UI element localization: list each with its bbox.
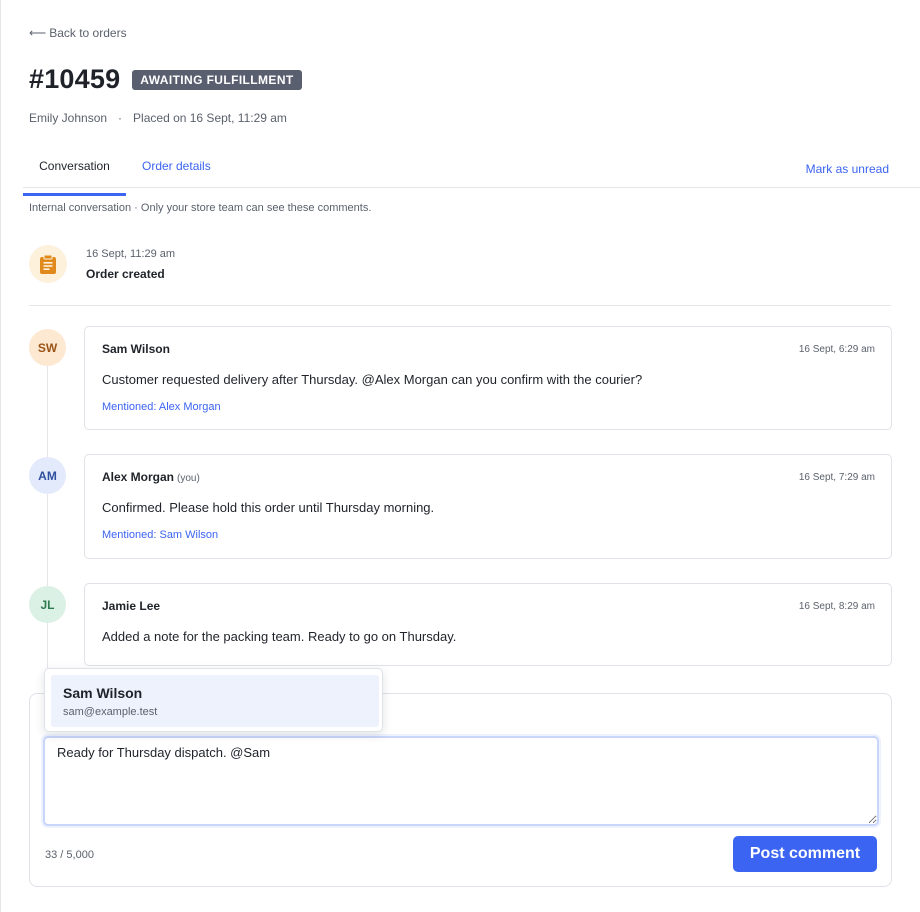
- placed-date: Placed on 16 Sept, 11:29 am: [133, 111, 287, 125]
- clipboard-icon: [29, 245, 67, 283]
- post-comment-button[interactable]: Post comment: [733, 836, 877, 872]
- comment-time: 16 Sept, 7:29 am: [798, 472, 875, 483]
- mention-option-sam-wilson[interactable]: Sam Wilson sam@example.test: [51, 675, 379, 727]
- event-time: 16 Sept, 11:29 am: [86, 248, 176, 260]
- comment-body: Customer requested delivery after Thursd…: [102, 372, 643, 387]
- status-badge: AWAITING FULFILLMENT: [132, 69, 302, 90]
- comment-mention: Mentioned: Alex Morgan: [102, 401, 221, 413]
- back-link-label: Back to orders: [49, 26, 127, 40]
- internal-conversation-note: Internal conversation · Only your store …: [29, 202, 372, 214]
- comment-author: Alex Morgan (you): [102, 470, 200, 484]
- avatar: AM: [29, 457, 66, 494]
- arrow-left-icon: ⟵: [29, 26, 47, 40]
- meta-separator: ·: [118, 111, 123, 125]
- comment-card: Jamie Lee 16 Sept, 8:29 am Added a note …: [84, 583, 892, 666]
- order-number: #10459: [29, 64, 121, 94]
- event-title: Order created: [86, 267, 165, 281]
- comment-author: Sam Wilson: [102, 342, 170, 356]
- avatar: SW: [29, 329, 66, 366]
- comment-body: Added a note for the packing team. Ready…: [102, 629, 457, 644]
- tab-conversation[interactable]: Conversation: [23, 159, 126, 196]
- mention-suggestions-popup: Sam Wilson sam@example.test: [44, 668, 383, 732]
- timeline-event-order-created: 16 Sept, 11:29 am Order created: [29, 245, 891, 306]
- character-counter: 33 / 5,000: [45, 849, 94, 861]
- author-name: Alex Morgan: [102, 470, 175, 484]
- comment-card: Sam Wilson 16 Sept, 6:29 am Customer req…: [84, 326, 892, 430]
- comment-time: 16 Sept, 6:29 am: [798, 344, 875, 355]
- timeline-line: [47, 366, 48, 670]
- comment-textarea[interactable]: Ready for Thursday dispatch. @Sam: [43, 736, 879, 826]
- order-meta: Emily Johnson · Placed on 16 Sept, 11:29…: [29, 111, 287, 125]
- comment-body: Confirmed. Please hold this order until …: [102, 500, 435, 515]
- comment-card: Alex Morgan (you) 16 Sept, 7:29 am Confir…: [84, 454, 892, 559]
- comment-time: 16 Sept, 8:29 am: [798, 601, 875, 612]
- comment-mention: Mentioned: Sam Wilson: [102, 529, 219, 541]
- comment-author: Jamie Lee: [102, 599, 160, 613]
- mark-as-unread-link[interactable]: Mark as unread: [806, 162, 889, 176]
- you-label: (you): [177, 473, 200, 484]
- back-to-orders-link[interactable]: ⟵ Back to orders: [29, 26, 127, 40]
- avatar: JL: [29, 586, 66, 623]
- tab-order-details[interactable]: Order details: [142, 159, 211, 187]
- mention-option-name: Sam Wilson: [63, 685, 143, 701]
- customer-name: Emily Johnson: [29, 111, 108, 125]
- page-left-border: [0, 0, 1, 912]
- tab-bar: Conversation Order details Mark as unrea…: [23, 150, 920, 196]
- mention-option-email: sam@example.test: [63, 706, 158, 718]
- order-header: #10459 AWAITING FULFILLMENT: [29, 64, 302, 95]
- author-name: Sam Wilson: [102, 342, 170, 356]
- author-name: Jamie Lee: [102, 599, 161, 613]
